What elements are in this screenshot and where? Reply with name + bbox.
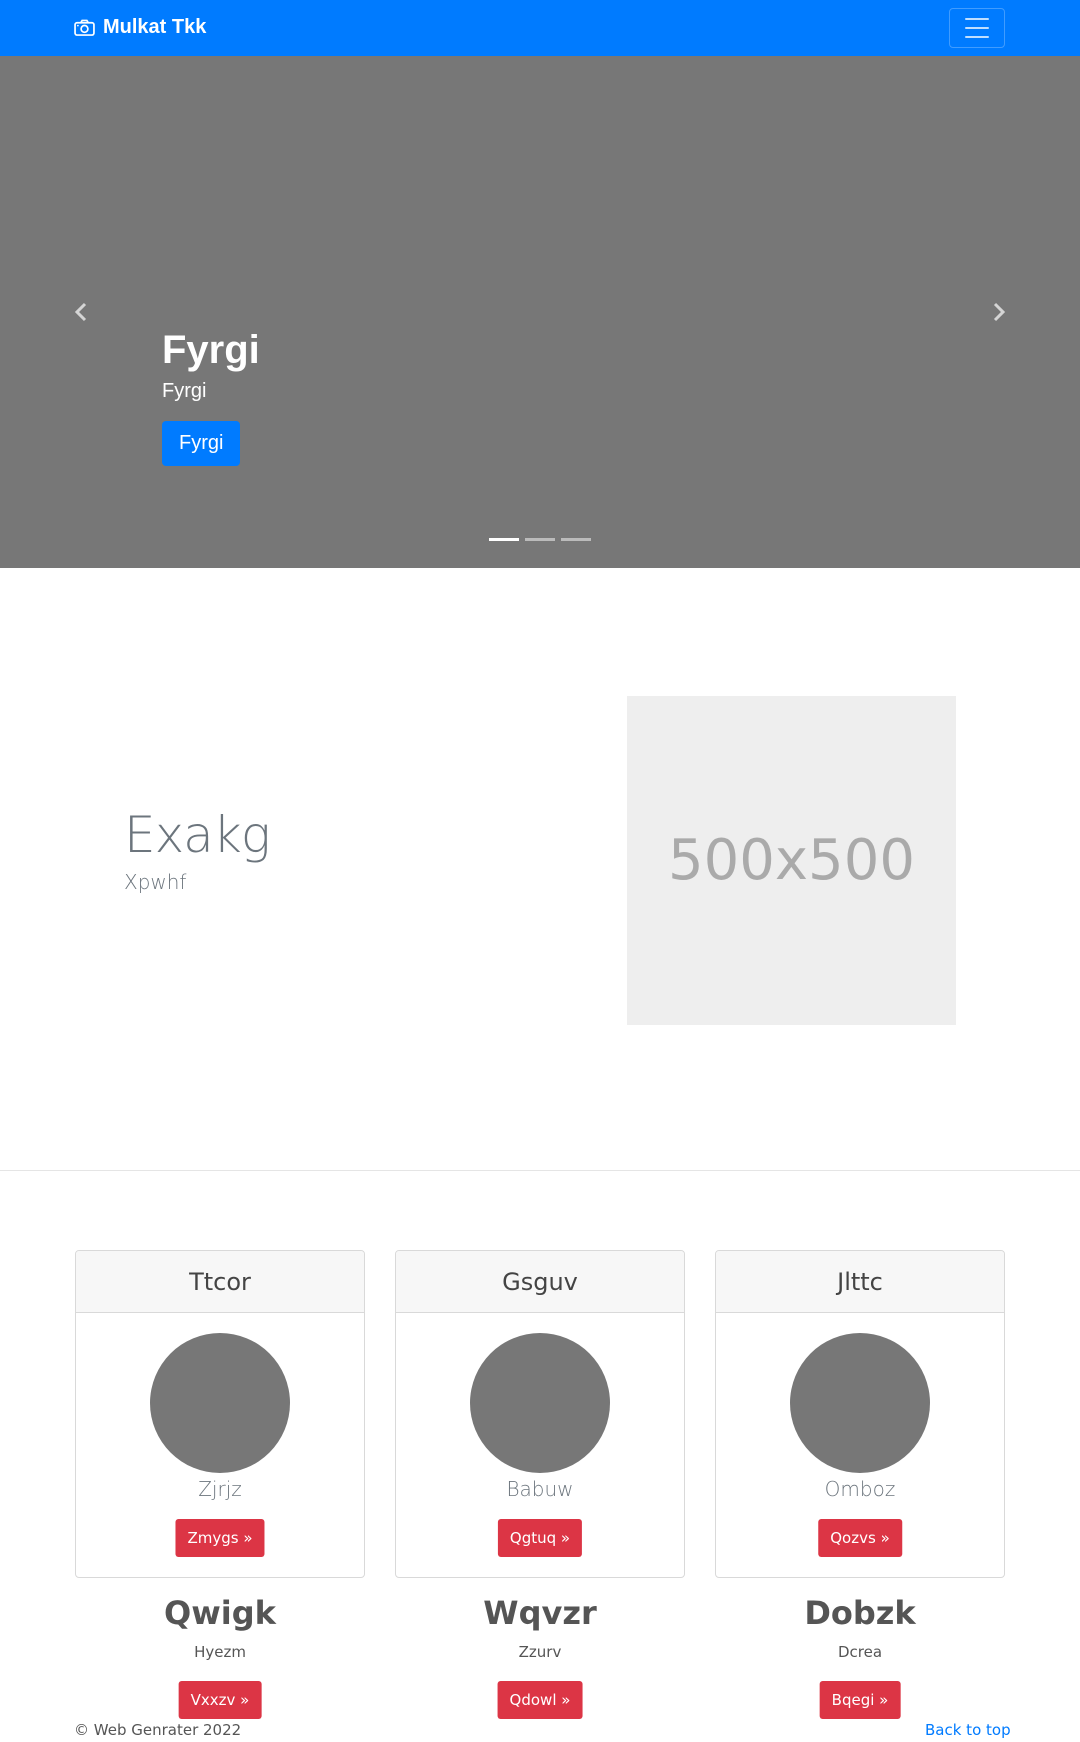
carousel-caption: Fyrgi Fyrgi Fyrgi — [162, 326, 260, 466]
card: Ttcor Zjrjz Zmygs » — [75, 1250, 365, 1578]
carousel-heading: Fyrgi — [162, 328, 260, 372]
card-header: Jlttc — [716, 1251, 1004, 1313]
avatar — [470, 1333, 610, 1473]
column-button[interactable]: Vxxzv » — [178, 1681, 262, 1719]
card-text: Babuw — [506, 1477, 574, 1501]
brand-link[interactable]: Mulkat Tkk — [74, 16, 206, 39]
card-header: Ttcor — [76, 1251, 364, 1313]
feature-heading: Exakg — [124, 806, 271, 864]
card-header: Gsguv — [396, 1251, 684, 1313]
section-divider — [0, 1170, 1080, 1171]
carousel-prev-button[interactable] — [69, 297, 93, 327]
hero-carousel: Fyrgi Fyrgi Fyrgi — [0, 56, 1080, 568]
carousel-indicator[interactable] — [525, 538, 555, 541]
card: Gsguv Babuw Qgtuq » — [395, 1250, 685, 1578]
navbar-toggler-button[interactable] — [949, 8, 1005, 48]
feature-lead: Xpwhf — [124, 870, 187, 894]
column-text: Dcrea — [837, 1643, 883, 1661]
carousel-indicators — [489, 538, 591, 541]
carousel-next-button[interactable] — [987, 297, 1011, 327]
carousel-indicator[interactable] — [489, 538, 519, 541]
column-button[interactable]: Qdowl » — [497, 1681, 583, 1719]
chevron-right-icon — [993, 302, 1006, 322]
brand-name: Mulkat Tkk — [103, 16, 207, 38]
hamburger-menu-icon — [965, 18, 989, 20]
avatar — [790, 1333, 930, 1473]
card: Jlttc Omboz Qozvs » — [715, 1250, 1005, 1578]
carousel-indicator[interactable] — [561, 538, 591, 541]
footer-copyright: © Web Genrater 2022 — [74, 1721, 242, 1739]
column-heading: Qwigk — [164, 1594, 276, 1632]
back-to-top-link[interactable]: Back to top — [925, 1721, 1011, 1739]
column-heading: Dobzk — [804, 1594, 916, 1632]
avatar — [150, 1333, 290, 1473]
card-button[interactable]: Qgtuq » — [497, 1519, 583, 1557]
column-text: Hyezm — [194, 1643, 246, 1661]
carousel-cta-button[interactable]: Fyrgi — [162, 421, 241, 466]
card-text: Omboz — [824, 1477, 896, 1501]
column-button[interactable]: Bqegi » — [819, 1681, 901, 1719]
card-button[interactable]: Zmygs » — [175, 1519, 265, 1557]
feature-image-placeholder: 500x500 — [627, 696, 956, 1025]
column-text: Zzurv — [518, 1643, 562, 1661]
card-text: Zjrjz — [198, 1477, 242, 1501]
column-heading: Wqvzr — [483, 1594, 597, 1632]
chevron-left-icon — [74, 302, 87, 322]
card-button[interactable]: Qozvs » — [818, 1519, 902, 1557]
carousel-text: Fyrgi — [162, 380, 207, 402]
camera-icon — [74, 19, 95, 36]
placeholder-label: 500x500 — [668, 828, 915, 893]
navbar: Mulkat Tkk — [0, 0, 1080, 56]
